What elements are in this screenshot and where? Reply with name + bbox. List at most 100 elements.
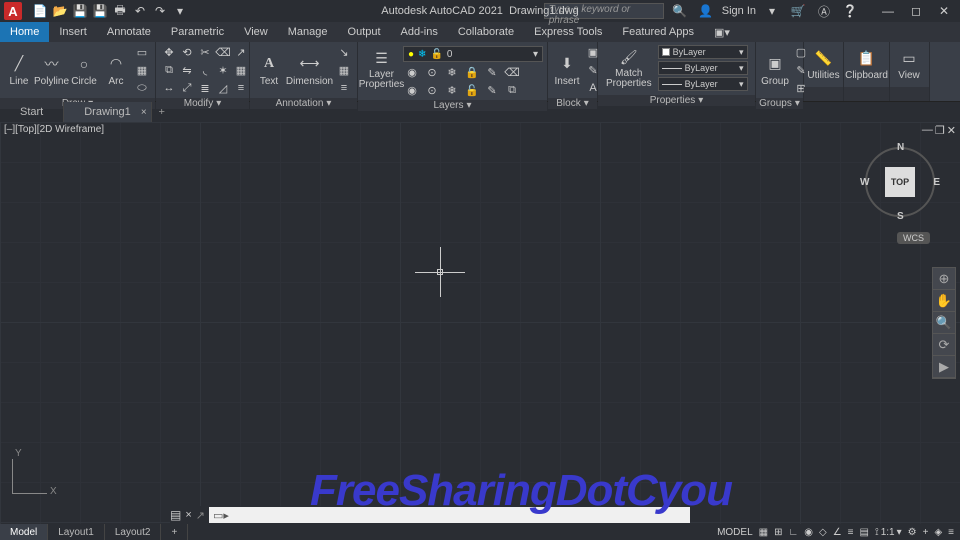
lineweight-dropdown[interactable]: ByLayer▾ [658, 61, 748, 75]
undo-icon[interactable]: ↶ [132, 3, 148, 19]
arc-button[interactable]: ◠Arc [101, 52, 131, 89]
mtext-icon[interactable]: ≡ [335, 80, 353, 96]
hatch-icon[interactable]: ▦ [133, 62, 151, 78]
panel-label[interactable]: Properties ▾ [598, 95, 755, 106]
layuniso-icon[interactable]: ⊙ [423, 82, 441, 98]
panel-label[interactable]: Block ▾ [548, 98, 597, 109]
fullnav-icon[interactable]: ⊕ [933, 268, 955, 290]
layulk-icon[interactable]: 🔓 [463, 82, 481, 98]
add-layout-button[interactable]: + [161, 524, 188, 540]
layoff-icon[interactable]: ◉ [403, 64, 421, 80]
rect-icon[interactable]: ▭ [133, 44, 151, 60]
help-icon[interactable]: ❔ [842, 3, 858, 19]
redo-icon[interactable]: ↷ [152, 3, 168, 19]
laymrg-icon[interactable]: ⧉ [503, 82, 521, 98]
fillet-icon[interactable]: ◟ [196, 62, 214, 78]
clipboard-button[interactable]: 📋Clipboard [848, 46, 885, 83]
viewcube[interactable]: TOP N S W E [860, 142, 940, 222]
linetype-dropdown[interactable]: ByLayer▾ [658, 77, 748, 91]
cart-icon[interactable]: 🛒 [790, 3, 806, 19]
wcs-badge[interactable]: WCS [897, 232, 930, 244]
tab-insert[interactable]: Insert [49, 22, 97, 42]
cmd-close-icon[interactable]: × [185, 509, 191, 521]
tab-start[interactable]: Start [0, 102, 64, 122]
gear-icon[interactable]: ⚙ [908, 527, 917, 538]
match-properties-button[interactable]: 🖌MatchProperties [602, 45, 656, 91]
erase-icon[interactable]: ⌫ [214, 44, 232, 60]
user-icon[interactable]: 👤 [698, 3, 714, 19]
cmd-recent-icon[interactable]: ↗ [196, 509, 205, 522]
explode-icon[interactable]: ✶ [214, 62, 232, 78]
laythw-icon[interactable]: ❄ [443, 82, 461, 98]
vp-restore-icon[interactable]: ❐ [935, 124, 945, 137]
tab-addins[interactable]: Add-ins [391, 22, 448, 42]
insert-button[interactable]: ⬇Insert [552, 52, 582, 89]
ortho-toggle-icon[interactable]: ∟ [788, 527, 798, 538]
viewcube-n[interactable]: N [897, 142, 904, 153]
viewcube-e[interactable]: E [933, 177, 940, 188]
color-dropdown[interactable]: ByLayer▾ [658, 45, 748, 59]
layer-properties-button[interactable]: ☰LayerProperties [362, 46, 401, 92]
line-button[interactable]: ╱Line [4, 52, 34, 89]
rotate-icon[interactable]: ⟲ [178, 44, 196, 60]
pan-icon[interactable]: ✋ [933, 290, 955, 312]
open-icon[interactable]: 📂 [52, 3, 68, 19]
scale-icon[interactable]: ⤢ [178, 80, 196, 96]
viewport-label[interactable]: [–][Top][2D Wireframe] [4, 124, 104, 135]
copy-icon[interactable]: ⧉ [160, 62, 178, 78]
cmd-handle-icon[interactable]: ▤ [170, 508, 181, 522]
offset-icon[interactable]: ≣ [196, 80, 214, 96]
move-icon[interactable]: ✥ [160, 44, 178, 60]
dimension-button[interactable]: ⟷Dimension [286, 52, 333, 89]
layon-icon[interactable]: ◉ [403, 82, 421, 98]
transparency-toggle-icon[interactable]: ▤ [860, 527, 869, 538]
group-button[interactable]: ▣Group [760, 52, 790, 89]
vp-close-icon[interactable]: ✕ [947, 124, 956, 137]
view-button[interactable]: ▭View [894, 46, 924, 83]
tab-annotate[interactable]: Annotate [97, 22, 161, 42]
qat-dropdown-icon[interactable]: ▾ [172, 3, 188, 19]
lwt-toggle-icon[interactable]: ≡ [848, 527, 854, 538]
polar-toggle-icon[interactable]: ◉ [804, 527, 813, 538]
modelspace-toggle[interactable]: MODEL [717, 527, 753, 538]
saveas-icon[interactable]: 💾 [92, 3, 108, 19]
grid-toggle-icon[interactable]: ▦ [759, 527, 768, 538]
table-icon[interactable]: ▦ [335, 62, 353, 78]
tab-featuredapps[interactable]: Featured Apps [612, 22, 704, 42]
ribbon-expand-icon[interactable]: ▣▾ [704, 22, 740, 42]
save-icon[interactable]: 💾 [72, 3, 88, 19]
iso-icon[interactable]: ◈ [934, 527, 942, 538]
viewcube-w[interactable]: W [860, 177, 869, 188]
polyline-button[interactable]: 〰Polyline [36, 52, 67, 89]
apps-icon[interactable]: Ⓐ [816, 3, 832, 19]
orbit-icon[interactable]: ⟳ [933, 334, 955, 356]
array-icon[interactable]: ▦ [232, 62, 250, 78]
signin-link[interactable]: Sign In [722, 5, 756, 17]
tab-model[interactable]: Model [0, 524, 48, 540]
tab-collaborate[interactable]: Collaborate [448, 22, 524, 42]
layer-dropdown[interactable]: ●❄🔓0▾ [403, 46, 543, 62]
utilities-button[interactable]: 📏Utilities [808, 46, 839, 83]
panel-label[interactable]: Groups ▾ [756, 98, 803, 109]
panel-label[interactable]: Layers ▾ [358, 100, 547, 111]
viewcube-s[interactable]: S [897, 211, 904, 222]
stretch-icon[interactable]: ↔ [160, 80, 178, 96]
tab-manage[interactable]: Manage [278, 22, 338, 42]
trim-icon[interactable]: ✂ [196, 44, 214, 60]
tab-home[interactable]: Home [0, 22, 49, 42]
laylck-icon[interactable]: 🔒 [463, 64, 481, 80]
laymch-icon[interactable]: ✎ [483, 64, 501, 80]
plot-icon[interactable]: 🖶 [112, 3, 128, 19]
tab-layout1[interactable]: Layout1 [48, 524, 105, 540]
tab-view[interactable]: View [234, 22, 278, 42]
otrack-toggle-icon[interactable]: ∠ [833, 527, 842, 538]
viewcube-top[interactable]: TOP [885, 167, 915, 197]
extend-icon[interactable]: ↗ [232, 44, 250, 60]
circle-button[interactable]: ○Circle [69, 52, 99, 89]
panel-label[interactable]: Annotation ▾ [250, 98, 357, 109]
annoscale-icon[interactable]: ⟟ 1:1 ▾ [875, 527, 902, 538]
mirror-icon[interactable]: ⇋ [178, 62, 196, 78]
laycur-icon[interactable]: ✎ [483, 82, 501, 98]
align-icon[interactable]: ≡ [232, 80, 250, 96]
tab-layout2[interactable]: Layout2 [105, 524, 162, 540]
